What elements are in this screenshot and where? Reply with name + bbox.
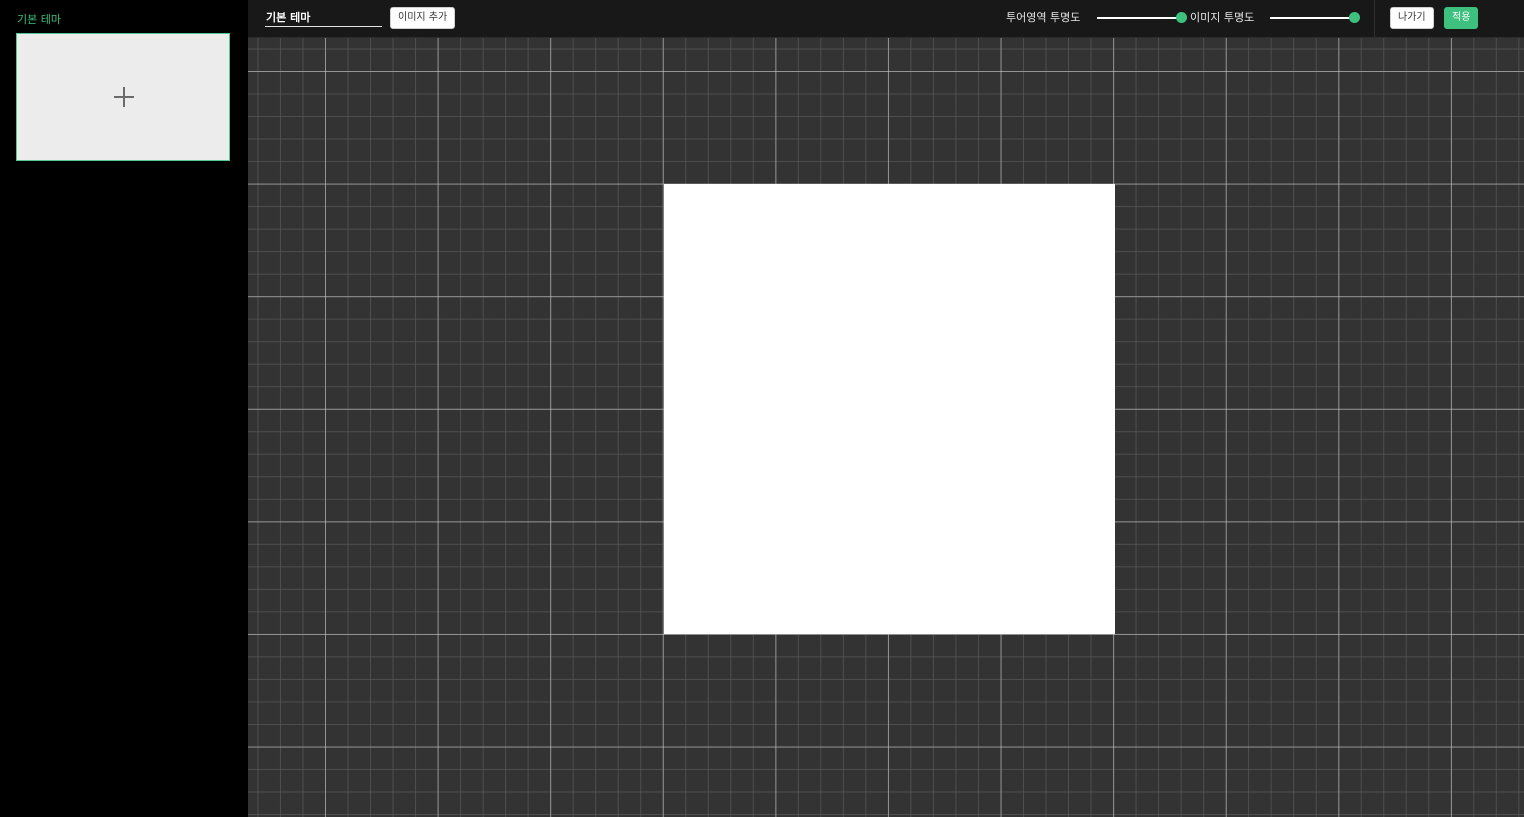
- slider-thumb[interactable]: [1349, 12, 1360, 23]
- tour-opacity-label: 투어영역 투명도: [1006, 11, 1081, 24]
- slider-track: [1097, 17, 1181, 19]
- theme-label: 기본 테마: [17, 13, 61, 26]
- editor-canvas[interactable]: [248, 38, 1524, 817]
- toolbar: 이미지 추가 투어영역 투명도 이미지 투명도 나가기 적용: [248, 0, 1524, 38]
- slider-thumb[interactable]: [1176, 12, 1187, 23]
- slider-track: [1270, 17, 1354, 19]
- image-opacity-slider[interactable]: [1270, 12, 1360, 24]
- tour-area[interactable]: [664, 184, 1115, 634]
- apply-button[interactable]: 적용: [1444, 7, 1479, 29]
- exit-button[interactable]: 나가기: [1390, 7, 1434, 29]
- theme-name-input[interactable]: [265, 7, 382, 27]
- plus-icon: [114, 87, 134, 107]
- toolbar-divider: [1374, 0, 1375, 37]
- tour-opacity-slider[interactable]: [1097, 12, 1187, 24]
- theme-thumbnail-card[interactable]: [16, 33, 230, 161]
- add-image-button[interactable]: 이미지 추가: [390, 7, 456, 29]
- image-opacity-label: 이미지 투명도: [1190, 11, 1255, 24]
- theme-editor: 기본 테마 이미지 추가 투어영역 투명도 이미지 투명도 나가기 적용: [0, 0, 1524, 817]
- sidebar: 기본 테마: [0, 0, 248, 817]
